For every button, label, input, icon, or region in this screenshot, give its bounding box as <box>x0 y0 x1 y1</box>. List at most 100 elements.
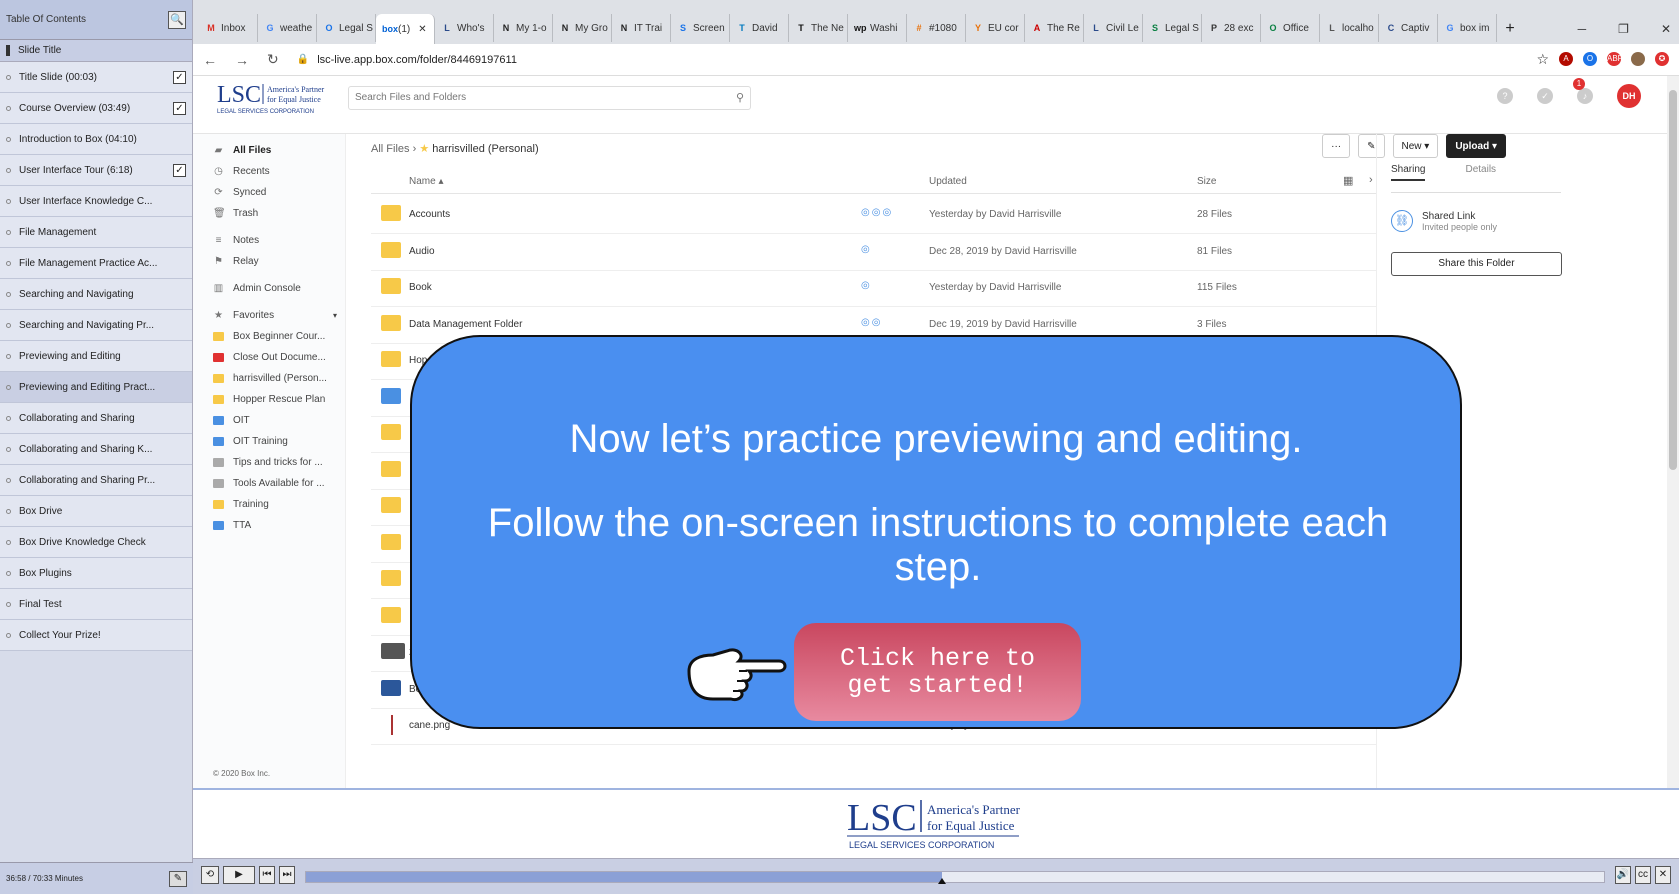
sidebar-item[interactable]: ≡ Notes <box>193 230 345 251</box>
browser-tab[interactable]: L Civil Le <box>1084 14 1143 42</box>
toc-item[interactable]: Collaborating and Sharing <box>0 403 192 434</box>
browser-tab[interactable]: Llocalho <box>1320 14 1379 42</box>
notes-edit-icon[interactable]: ✎ <box>169 870 187 887</box>
browser-tab[interactable]: wp Washi <box>848 14 907 42</box>
back-icon[interactable]: ← <box>203 52 217 68</box>
toc-item[interactable]: Collaborating and Sharing K... <box>0 434 192 465</box>
pdf-extension-icon[interactable]: A <box>1559 52 1573 66</box>
next-slide-icon[interactable]: ⏭ <box>279 866 295 884</box>
toc-item[interactable]: User Interface Tour (6:18) ✓ <box>0 155 192 186</box>
captions-icon[interactable]: cc <box>1635 866 1651 884</box>
more-options-button[interactable]: ··· <box>1322 134 1351 158</box>
column-size[interactable]: Size <box>1197 176 1216 187</box>
column-updated[interactable]: Updated <box>929 176 967 187</box>
restore-icon[interactable]: ❐ <box>1618 22 1629 36</box>
close-player-icon[interactable]: ✕ <box>1655 866 1671 884</box>
toc-item[interactable]: Previewing and Editing <box>0 341 192 372</box>
toc-item[interactable]: Final Test <box>0 589 192 620</box>
browser-tab[interactable]: box (1) ✕ <box>376 14 435 44</box>
browser-tab[interactable]: Y EU cor <box>966 14 1025 42</box>
red-extension-icon[interactable]: ✪ <box>1655 52 1669 66</box>
browser-tab[interactable]: N My 1-o <box>494 14 553 42</box>
progress-bar[interactable] <box>305 871 1605 884</box>
browser-tab[interactable]: L Who's <box>435 14 494 42</box>
file-name[interactable]: Accounts <box>409 209 450 220</box>
sidebar-item[interactable]: ⚑ Relay <box>193 251 345 272</box>
browser-tab[interactable]: T David <box>730 14 789 42</box>
star-icon[interactable]: ☆ <box>1536 52 1549 66</box>
sidebar-item[interactable]: ⟳ Synced <box>193 182 345 203</box>
page-scrollbar[interactable] <box>1667 76 1679 788</box>
favorite-item[interactable]: Tips and tricks for ... <box>193 452 345 473</box>
close-tab-icon[interactable]: ✕ <box>418 24 426 35</box>
toc-item[interactable]: File Management Practice Ac... <box>0 248 192 279</box>
file-name[interactable]: Book <box>409 282 432 293</box>
toc-item[interactable]: Searching and Navigating Pr... <box>0 310 192 341</box>
rewind-icon[interactable]: ⟲ <box>201 866 219 884</box>
tab-details[interactable]: Details <box>1465 164 1496 181</box>
favorite-item[interactable]: Training <box>193 494 345 515</box>
toc-item[interactable]: Collect Your Prize! <box>0 620 192 651</box>
browser-tab[interactable]: N IT Trai <box>612 14 671 42</box>
tab-sharing[interactable]: Sharing <box>1391 164 1426 181</box>
tasks-icon[interactable]: ✓ <box>1537 88 1553 104</box>
browser-tab[interactable]: Gweathe <box>258 14 317 42</box>
close-icon[interactable]: ✕ <box>1661 22 1671 36</box>
table-row[interactable]: Audio ◎ Dec 28, 2019 by David Harrisville 8… <box>371 233 1376 271</box>
play-button[interactable]: ▶ <box>223 866 255 884</box>
browser-tab[interactable]: Gbox im <box>1438 14 1497 42</box>
toc-item[interactable]: Course Overview (03:49) ✓ <box>0 93 192 124</box>
toc-item[interactable]: User Interface Knowledge C... <box>0 186 192 217</box>
sidebar-item[interactable]: ▥ Admin Console <box>193 278 345 299</box>
file-name[interactable]: cane.png <box>409 720 450 731</box>
browser-tab[interactable]: O Office <box>1261 14 1320 42</box>
prev-slide-icon[interactable]: ⏮ <box>259 866 275 884</box>
toc-item[interactable]: Previewing and Editing Pract... <box>0 372 192 403</box>
browser-tab[interactable]: S Legal S <box>1143 14 1202 42</box>
file-name[interactable]: Audio <box>409 246 435 257</box>
favorite-item[interactable]: Box Beginner Cour... <box>193 326 345 347</box>
search-input[interactable]: Search Files and Folders ⚲ <box>348 86 751 110</box>
favorites-header[interactable]: ★ Favorites ▾ <box>193 305 345 326</box>
share-folder-button[interactable]: Share this Folder <box>1391 252 1562 276</box>
url-field[interactable]: lsc-live.app.box.com/folder/84469197611 <box>317 54 517 66</box>
toc-item[interactable]: Box Plugins <box>0 558 192 589</box>
favorite-item[interactable]: Hopper Rescue Plan <box>193 389 345 410</box>
circle-extension-icon[interactable]: O <box>1583 52 1597 66</box>
shared-link[interactable]: ⛓ Shared Link Invited people only <box>1391 210 1497 232</box>
new-tab-button[interactable]: + <box>1497 20 1523 38</box>
toc-item[interactable]: Title Slide (00:03) ✓ <box>0 62 192 93</box>
toc-item[interactable]: File Management <box>0 217 192 248</box>
toc-item[interactable]: Box Drive <box>0 496 192 527</box>
sidebar-item[interactable]: ▰ All Files <box>193 140 345 161</box>
forward-icon[interactable]: → <box>235 52 249 68</box>
help-icon[interactable]: ? <box>1497 88 1513 104</box>
browser-tab[interactable]: M Inbox <box>199 14 258 42</box>
favorite-item[interactable]: OIT Training <box>193 431 345 452</box>
search-icon[interactable]: ⚲ <box>736 91 744 104</box>
browser-tab[interactable]: N My Gro <box>553 14 612 42</box>
toc-search-icon[interactable]: 🔍 <box>168 10 186 29</box>
sidebar-item[interactable]: 🗑 Trash <box>193 203 345 224</box>
avatar[interactable]: DH <box>1617 84 1641 108</box>
browser-tab[interactable]: O Legal S <box>317 14 376 42</box>
adblock-extension-icon[interactable]: ABP <box>1607 52 1623 66</box>
reload-icon[interactable]: ↻ <box>267 51 279 68</box>
lsc-logo[interactable]: LSC America's Partner for Equal Justice … <box>215 80 329 116</box>
volume-icon[interactable]: 🔊 <box>1615 866 1631 884</box>
get-started-button[interactable]: Click here to get started! <box>794 623 1081 721</box>
grid-view-icon[interactable]: ▦ <box>1343 174 1353 187</box>
browser-tab[interactable]: # #1080 <box>907 14 966 42</box>
browser-tab[interactable]: T The Ne <box>789 14 848 42</box>
column-name[interactable]: Name ▴ <box>409 176 443 187</box>
favorite-item[interactable]: TTA <box>193 515 345 536</box>
profile-icon[interactable] <box>1631 52 1645 66</box>
toc-item[interactable]: Searching and Navigating <box>0 279 192 310</box>
file-name[interactable]: Data Management Folder <box>409 319 522 330</box>
toc-item[interactable]: Box Drive Knowledge Check <box>0 527 192 558</box>
chevron-right-icon[interactable]: › <box>1369 174 1373 186</box>
chevron-down-icon[interactable]: ▾ <box>333 311 337 320</box>
favorite-item[interactable]: Close Out Docume... <box>193 347 345 368</box>
browser-tab[interactable]: C Captiv <box>1379 14 1438 42</box>
table-row[interactable]: Book ◎ Yesterday by David Harrisville 115 F… <box>371 269 1376 307</box>
